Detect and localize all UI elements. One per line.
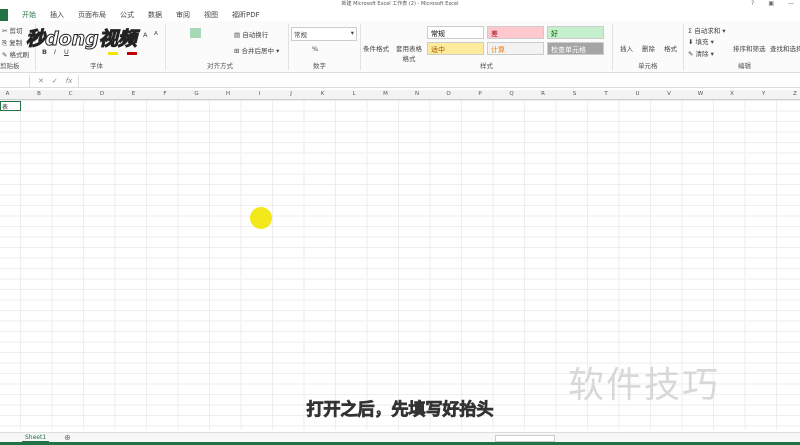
- insert-function-button[interactable]: fx: [66, 77, 73, 85]
- find-select-button[interactable]: 查找和选择: [770, 43, 800, 53]
- cell-style-5[interactable]: 检查单元格: [547, 42, 604, 55]
- fill-button[interactable]: ⬇ 填充 ▾: [688, 36, 714, 46]
- merge-center-button[interactable]: ⊞ 合并后居中 ▾: [234, 45, 279, 55]
- painter-label: 格式刷: [9, 51, 30, 59]
- video-subtitle: 打开之后，先填写好抬头: [306, 400, 494, 421]
- ribbon-tabs: 开始 插入 页面布局 公式 数据 审阅 视图 福昕PDF: [0, 9, 800, 21]
- grow-font-button[interactable]: A: [143, 31, 147, 39]
- styles-group-label: 样式: [480, 62, 493, 70]
- format-cells-button[interactable]: 格式: [664, 43, 677, 53]
- column-header-Z[interactable]: Z: [780, 91, 800, 97]
- align-middle-icon[interactable]: [190, 28, 201, 38]
- fill-color-icon[interactable]: [108, 52, 118, 55]
- cut-label: 剪切: [9, 27, 23, 35]
- column-header-D[interactable]: D: [87, 91, 118, 97]
- tab-foxit-pdf[interactable]: 福昕PDF: [232, 10, 260, 20]
- format-painter-button[interactable]: ✎ 格式刷: [2, 49, 29, 59]
- column-header-W[interactable]: W: [685, 91, 716, 97]
- minimize-button[interactable]: —: [788, 0, 794, 7]
- mouse-cursor-highlight: [250, 207, 272, 229]
- tab-insert[interactable]: 插入: [50, 10, 64, 20]
- autosum-label: 自动求和: [694, 27, 721, 35]
- formula-bar: ✕ ✓ fx: [0, 74, 800, 88]
- tab-view[interactable]: 视图: [204, 10, 218, 20]
- number-format-value: 常规: [294, 31, 307, 39]
- column-header-I[interactable]: I: [244, 91, 275, 97]
- column-header-F[interactable]: F: [150, 91, 181, 97]
- column-header-B[interactable]: B: [24, 91, 55, 97]
- video-logo-watermark: 秒dong视频: [26, 28, 138, 51]
- number-group-label: 数字: [313, 62, 326, 70]
- clipboard-group-label: 剪贴板: [0, 62, 20, 70]
- help-button[interactable]: ?: [751, 0, 754, 7]
- percent-button[interactable]: %: [312, 45, 318, 53]
- clear-label: 清除: [695, 50, 709, 58]
- insert-cells-button[interactable]: 插入: [620, 43, 633, 53]
- shrink-font-button[interactable]: A: [154, 31, 158, 37]
- cell-style-3[interactable]: 适中: [427, 42, 484, 55]
- column-header-X[interactable]: X: [717, 91, 748, 97]
- cell-style-4[interactable]: 计算: [487, 42, 544, 55]
- copy-label: 复制: [9, 39, 23, 47]
- column-header-K[interactable]: K: [307, 91, 338, 97]
- column-header-R[interactable]: R: [528, 91, 559, 97]
- file-tab[interactable]: [0, 9, 8, 21]
- name-box[interactable]: [0, 74, 30, 87]
- fill-label: 填充: [695, 38, 709, 46]
- wrap-text-button[interactable]: ▤ 自动换行: [234, 29, 268, 39]
- column-header-H[interactable]: H: [213, 91, 244, 97]
- sort-filter-button[interactable]: 排序和筛选: [733, 43, 766, 53]
- formula-input[interactable]: [78, 74, 800, 87]
- column-header-V[interactable]: V: [654, 91, 685, 97]
- column-header-L[interactable]: L: [339, 91, 370, 97]
- column-header-U[interactable]: U: [622, 91, 653, 97]
- column-header-S[interactable]: S: [559, 91, 590, 97]
- number-format-select[interactable]: 常规 ▾: [291, 27, 357, 41]
- cut-button[interactable]: ✂ 剪切: [2, 25, 23, 35]
- window-title: 新建 Microsoft Excel 工作表 (2) - Microsoft E…: [341, 1, 459, 7]
- cell-style-0[interactable]: 常规: [427, 26, 484, 39]
- cells-group-label: 单元格: [638, 62, 658, 70]
- column-header-M[interactable]: M: [370, 91, 401, 97]
- cell-style-1[interactable]: 差: [487, 26, 544, 39]
- column-header-C[interactable]: C: [55, 91, 86, 97]
- font-group-label: 字体: [90, 62, 103, 70]
- format-as-table-button[interactable]: 套用表格格式: [396, 43, 422, 63]
- column-header-G[interactable]: G: [181, 91, 212, 97]
- column-header-A[interactable]: A: [0, 91, 23, 97]
- alignment-group-label: 对齐方式: [207, 62, 233, 70]
- cancel-icon[interactable]: ✕: [38, 77, 44, 85]
- horizontal-scrollbar[interactable]: [495, 435, 555, 442]
- tab-page-layout[interactable]: 页面布局: [78, 10, 106, 20]
- cell-a1[interactable]: 表: [0, 101, 21, 111]
- column-header-T[interactable]: T: [591, 91, 622, 97]
- editing-group-label: 编辑: [738, 62, 751, 70]
- sheet-tab-sheet1[interactable]: Sheet1: [22, 434, 50, 442]
- font-color-icon[interactable]: [127, 52, 137, 55]
- column-header-Y[interactable]: Y: [748, 91, 779, 97]
- merge-label: 合并后居中: [241, 47, 275, 55]
- new-sheet-button[interactable]: ⊕: [64, 433, 71, 442]
- column-header-O[interactable]: O: [433, 91, 464, 97]
- column-header-N[interactable]: N: [402, 91, 433, 97]
- cell-style-2[interactable]: 好: [547, 26, 604, 39]
- wrap-label: 自动换行: [242, 31, 269, 39]
- clear-button[interactable]: ✎ 清除 ▾: [688, 48, 714, 58]
- column-header-J[interactable]: J: [276, 91, 307, 97]
- column-header-Q[interactable]: Q: [496, 91, 527, 97]
- column-header-E[interactable]: E: [118, 91, 149, 97]
- ribbon-display-button[interactable]: ▣: [768, 0, 774, 7]
- tab-formulas[interactable]: 公式: [120, 10, 134, 20]
- delete-cells-button[interactable]: 删除: [642, 43, 655, 53]
- column-header-P[interactable]: P: [465, 91, 496, 97]
- autosum-button[interactable]: Σ 自动求和 ▾: [688, 25, 726, 35]
- column-headers: ABCDEFGHIJKLMNOPQRSTUVWXYZ: [0, 90, 800, 100]
- enter-icon[interactable]: ✓: [52, 77, 58, 85]
- copy-button[interactable]: ⎘ 复制: [2, 37, 22, 48]
- conditional-format-button[interactable]: 条件格式: [363, 43, 389, 53]
- tab-data[interactable]: 数据: [148, 10, 162, 20]
- tab-home[interactable]: 开始: [22, 10, 36, 20]
- tab-review[interactable]: 审阅: [176, 10, 190, 20]
